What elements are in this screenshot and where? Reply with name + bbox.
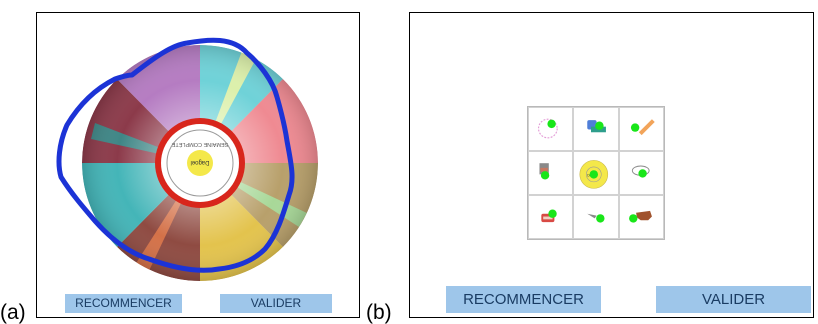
thumbnail-icon <box>541 209 557 223</box>
screen-panel-a: SEMAINE COMPLÈTE Dagoel RECOMMENCER VALI… <box>36 12 360 318</box>
green-marker-dot <box>596 214 605 223</box>
grid-cell-8[interactable] <box>573 195 619 239</box>
validate-button[interactable]: VALIDER <box>220 294 332 313</box>
cd-canvas[interactable]: SEMAINE COMPLÈTE Dagoel <box>37 13 358 316</box>
grid-cell-1[interactable] <box>528 107 574 151</box>
thumbnail-icon <box>587 120 607 133</box>
grid-cell-5[interactable]: Dagoel <box>573 151 619 195</box>
grid-cell-6[interactable] <box>618 151 664 195</box>
thumbnail-icon <box>628 210 652 223</box>
green-marker-dot <box>548 209 557 218</box>
restart-button[interactable]: RECOMMENCER <box>65 294 182 313</box>
grid-cell-2[interactable] <box>573 107 619 151</box>
restart-button[interactable]: RECOMMENCER <box>446 286 601 313</box>
grid-cell-9[interactable] <box>618 195 664 239</box>
green-marker-dot <box>540 171 550 180</box>
thumbnail-icon <box>539 163 550 180</box>
green-marker-dot <box>628 214 638 223</box>
cd-hub: SEMAINE COMPLÈTE Dagoel <box>155 118 245 208</box>
thumbnail-icon: Dagoel <box>579 160 609 189</box>
thumbnail-icon <box>630 119 655 136</box>
thumbnail-grid: Dagoel <box>527 106 665 240</box>
green-marker-dot <box>595 121 604 130</box>
green-marker-dot <box>589 170 599 179</box>
screen-panel-b: Dagoel <box>409 12 814 318</box>
cd-label-text: Dagoel <box>190 159 209 165</box>
thumbnail-icon <box>537 118 558 139</box>
green-marker-dot <box>547 119 556 129</box>
figure-label-a: (a) <box>0 301 26 324</box>
green-marker-dot <box>630 123 639 132</box>
grid-cell-3[interactable] <box>618 107 664 151</box>
green-marker-dot <box>638 169 647 178</box>
thumbnail-icon <box>631 165 650 178</box>
grid-cell-7[interactable] <box>528 195 574 239</box>
figure-label-b: (b) <box>366 301 392 324</box>
thumbnail-icon <box>587 213 605 223</box>
grid-cell-4[interactable] <box>528 151 574 195</box>
validate-button[interactable]: VALIDER <box>656 286 811 313</box>
cd-ring-text: SEMAINE COMPLÈTE <box>171 141 228 148</box>
